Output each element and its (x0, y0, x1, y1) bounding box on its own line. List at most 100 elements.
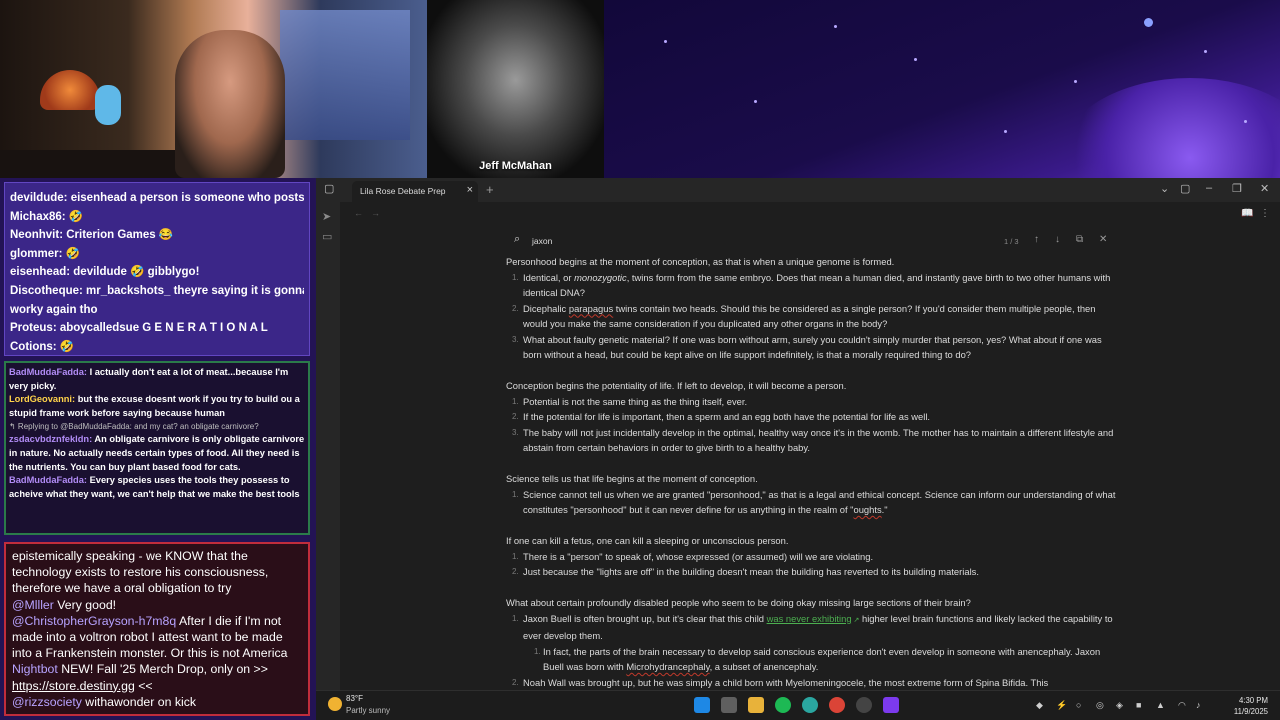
tab-close-icon[interactable]: × (467, 184, 473, 196)
minimize-icon[interactable]: – (1206, 182, 1212, 194)
star (834, 25, 837, 28)
tray-app-icon[interactable]: ◎ (1096, 700, 1104, 711)
paragraph: Science tells us that life begins at the… (506, 473, 758, 484)
star (1244, 120, 1247, 123)
close-window-icon[interactable]: ✕ (1260, 182, 1269, 195)
chat-message: eisenhead: devildude 🤣 gibblygo! (10, 266, 200, 279)
paragraph: Conception begins the potentiality of li… (506, 380, 847, 391)
layers-icon[interactable]: ▭ (322, 230, 332, 243)
reply-context: ↰ Replying to @BadMuddaFadda: and my cat… (9, 422, 259, 432)
sidebar-toggle-icon[interactable]: ▢ (324, 182, 334, 195)
chat-message: Neonhvit: Criterion Games 😂 (10, 229, 174, 242)
webcam-background (280, 10, 410, 140)
volume-icon[interactable]: ♪ (1196, 700, 1201, 710)
chat-box-secondary[interactable]: BadMuddaFadda: I actually don't eat a lo… (4, 361, 310, 535)
reading-view-icon[interactable]: 📖 (1241, 208, 1253, 219)
notes-app-window: ▢ Lila Rose Debate Prep × + ⌄ ▢ – ❐ ✕ ➤ … (316, 178, 1280, 690)
list-item: 3. The baby will not just incidentally de… (512, 426, 1114, 454)
chat-username[interactable]: LordGeovanni: (9, 394, 75, 404)
paragraph: What about certain profoundly disabled p… (506, 597, 971, 608)
obs-icon[interactable] (856, 697, 872, 713)
star (1204, 50, 1207, 53)
chat-message: Michax86: 🤣 (10, 210, 84, 223)
merch-link[interactable]: https://store.destiny.gg (12, 679, 135, 693)
match-count: 1 / 3 (1004, 237, 1019, 246)
search-input[interactable]: jaxon (532, 236, 552, 246)
lamp (40, 70, 100, 110)
replace-toggle-icon[interactable]: ⧉ (1076, 234, 1083, 245)
maximize-icon[interactable]: ❐ (1232, 182, 1242, 195)
weather-desc: Partly sunny (346, 706, 391, 715)
streamer-webcam (0, 0, 427, 178)
chat-box-primary[interactable]: devildude: eisenhead a person is someone… (4, 182, 310, 356)
tab-lila-rose-debate-prep[interactable]: Lila Rose Debate Prep × (352, 181, 478, 202)
next-match-icon[interactable]: ↓ (1055, 234, 1060, 245)
new-tab-icon[interactable]: + (486, 182, 494, 197)
wifi-icon[interactable]: ◠ (1178, 700, 1186, 711)
chat-message: glommer: 🤣 (10, 247, 80, 260)
list-item: 1. Jaxon Buell is often brought up, but i… (512, 612, 1113, 642)
external-link[interactable]: was never exhibiting (767, 613, 852, 624)
nav-arrows-icon[interactable]: ←→ (354, 208, 388, 218)
taskbar: 83°F Partly sunny ◆ ⚡ ○ ◎ ◈ ■ ▲ ◠ ♪ 4:30… (316, 690, 1280, 720)
paragraph: Personhood begins at the moment of conce… (506, 256, 895, 267)
chat-message: Nightbot NEW! Fall '25 Merch Drop, only … (12, 661, 302, 693)
screen: Jeff McMahan devildude: eisenhead a pers… (0, 0, 1280, 720)
chat-username[interactable]: BadMuddaFadda: (9, 475, 87, 485)
ribbon: ➤ ▭ (316, 202, 340, 690)
weather-icon (328, 697, 342, 711)
previous-match-icon[interactable]: ↑ (1034, 234, 1039, 245)
chat-message: BadMuddaFadda: Every species uses the to… (9, 474, 305, 501)
tray-app-icon[interactable]: ◈ (1116, 700, 1123, 711)
list-item: 2. Just because the "lights are off" in t… (512, 566, 979, 577)
tab-label: Lila Rose Debate Prep (360, 186, 446, 196)
right-sidebar-toggle-icon[interactable]: ▢ (1180, 182, 1190, 195)
chat-message: Cotions: 🤣 (10, 340, 75, 353)
close-search-icon[interactable]: ✕ (1099, 234, 1107, 245)
start-icon[interactable] (694, 697, 710, 713)
tray-app-icon[interactable]: ⚡ (1056, 700, 1067, 711)
paragraph: If one can kill a fetus, one can kill a … (506, 535, 789, 546)
find-bar: ⌕ jaxon 1 / 3 ↑ ↓ ⧉ ✕ (510, 231, 1114, 253)
chat-username[interactable]: zsdacvbdznfekldn: (9, 434, 92, 444)
chat-panel: devildude: eisenhead a person is someone… (0, 178, 316, 720)
chat-username[interactable]: BadMuddaFadda: (9, 367, 87, 377)
chat-message: LordGeovanni: but the excuse doesnt work… (9, 393, 305, 420)
list-item: 1. Potential is not the same thing as the… (512, 395, 748, 407)
list-item: 1. There is a "person" to speak of, whose… (512, 550, 874, 562)
spotify-icon[interactable] (775, 697, 791, 713)
list-item: 2. Dicephalic parapagus twins contain two… (512, 302, 1096, 330)
edge-icon[interactable] (802, 697, 818, 713)
file-explorer-icon[interactable] (748, 697, 764, 713)
tab-bar: ▢ Lila Rose Debate Prep × + ⌄ ▢ – ❐ ✕ (316, 178, 1280, 202)
tray-app-icon[interactable]: ■ (1136, 700, 1141, 710)
more-options-icon[interactable]: ⋮ (1260, 208, 1270, 219)
chat-text: << (134, 678, 153, 693)
send-icon[interactable]: ➤ (322, 210, 331, 223)
chat-text: Very good! (53, 597, 117, 612)
chat-message: @rizzsociety withawonder on kick (12, 694, 302, 710)
nebula-glow (1060, 78, 1280, 178)
star (914, 58, 917, 61)
chat-text: NEW! Fall '25 Merch Drop, only on >> (57, 662, 268, 677)
document-body[interactable]: Personhood begins at the moment of conce… (506, 254, 1116, 690)
guest-name: Jeff McMahan (479, 160, 552, 172)
tray-app-icon[interactable]: ▲ (1156, 700, 1165, 710)
chat-box-tertiary[interactable]: epistemically speaking - we KNOW that th… (4, 542, 310, 716)
chat-username[interactable]: Nightbot (12, 662, 58, 676)
chat-message: BadMuddaFadda: I actually don't eat a lo… (9, 366, 305, 393)
chat-username[interactable]: @ChristopherGrayson-h7m8q (12, 614, 176, 628)
chevron-down-icon[interactable]: ⌄ (1160, 182, 1169, 195)
system-clock[interactable]: 4:30 PM 11/9/2025 (1234, 695, 1268, 717)
obsidian-icon[interactable] (883, 697, 899, 713)
chat-username[interactable]: @Mlller (12, 598, 54, 612)
star (1074, 80, 1077, 83)
star (754, 100, 757, 103)
chrome-icon[interactable] (829, 697, 845, 713)
tray-app-icon[interactable]: ◆ (1036, 700, 1043, 711)
chat-message: worky again tho (10, 303, 98, 316)
list-item: 1. Identical, or monozygotic, twins form … (512, 271, 1111, 299)
task-view-icon[interactable] (721, 697, 737, 713)
chat-username[interactable]: @rizzsociety (12, 695, 82, 709)
tray-app-icon[interactable]: ○ (1076, 700, 1081, 710)
